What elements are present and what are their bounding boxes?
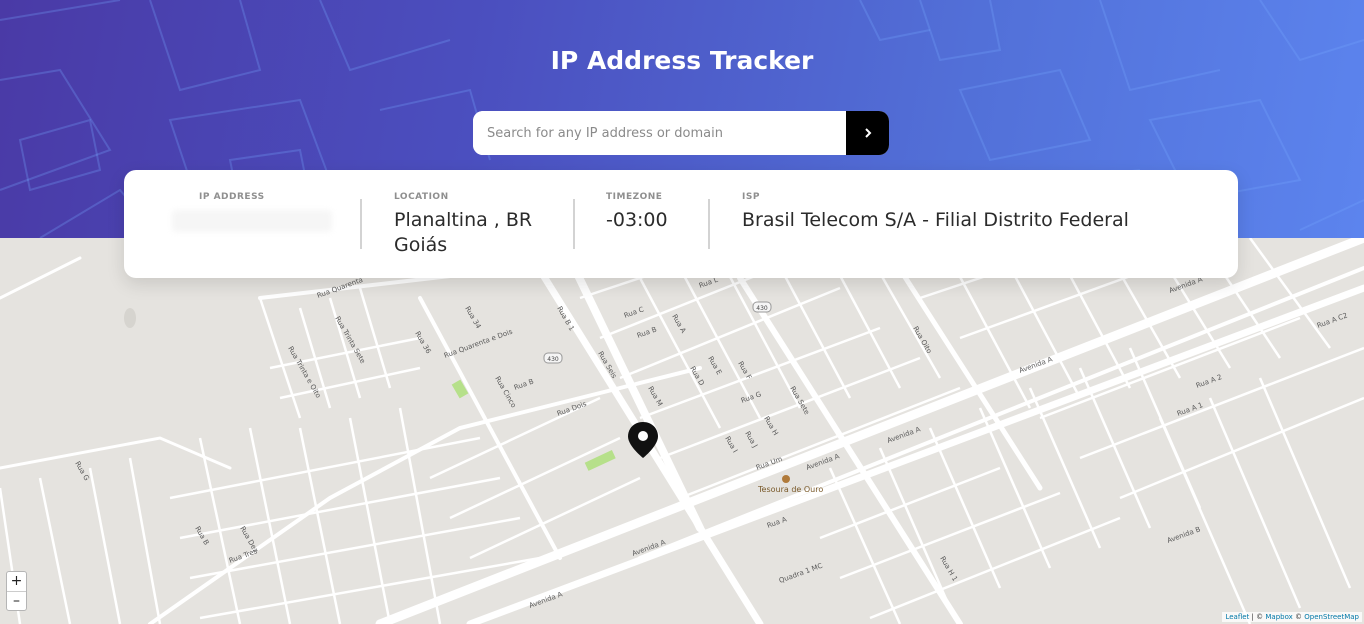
map-container[interactable]: 430 430 Rua Quarenta Rua Trinta e Oito R… bbox=[0, 238, 1364, 624]
location-value-line2: Goiás bbox=[394, 234, 448, 256]
attribution-separator: | © bbox=[1249, 613, 1266, 621]
chevron-right-icon bbox=[864, 128, 871, 138]
location-block: LOCATION Planaltina , BR Goiás bbox=[394, 192, 532, 258]
search-bar bbox=[473, 111, 889, 155]
poi-label: Tesoura de Ouro bbox=[757, 485, 823, 494]
ip-address-redacted bbox=[172, 210, 332, 232]
openstreetmap-link[interactable]: OpenStreetMap bbox=[1304, 613, 1359, 621]
isp-block: ISP Brasil Telecom S/A - Filial Distrito… bbox=[742, 192, 1129, 233]
timezone-block: TIMEZONE -03:00 bbox=[606, 192, 668, 233]
page-title: IP Address Tracker bbox=[550, 46, 814, 75]
leaflet-link[interactable]: Leaflet bbox=[1225, 613, 1249, 621]
timezone-value: -03:00 bbox=[606, 209, 668, 231]
location-value-line1: Planaltina , BR bbox=[394, 209, 533, 231]
location-pin-icon bbox=[628, 422, 658, 458]
map-attribution: Leaflet | © Mapbox © OpenStreetMap bbox=[1222, 612, 1362, 622]
location-pin-marker[interactable] bbox=[627, 421, 659, 463]
zoom-out-button[interactable]: – bbox=[7, 591, 26, 610]
zoom-control: + – bbox=[6, 571, 27, 611]
ip-info-card: IP ADDRESS LOCATION Planaltina , BR Goiá… bbox=[124, 170, 1238, 278]
search-input[interactable] bbox=[473, 111, 846, 155]
poi-icon bbox=[782, 475, 790, 483]
divider bbox=[360, 199, 362, 249]
location-label: LOCATION bbox=[394, 192, 449, 202]
road-shield-label: 430 bbox=[756, 305, 768, 312]
attribution-separator: © bbox=[1292, 613, 1305, 621]
isp-value: Brasil Telecom S/A - Filial Distrito Fed… bbox=[742, 209, 1129, 231]
ip-address-block: IP ADDRESS bbox=[199, 192, 265, 208]
mapbox-link[interactable]: Mapbox bbox=[1265, 613, 1292, 621]
divider bbox=[573, 199, 575, 249]
road-shield-label: 430 bbox=[547, 356, 559, 363]
timezone-label: TIMEZONE bbox=[606, 192, 663, 202]
ip-address-label: IP ADDRESS bbox=[199, 192, 265, 202]
divider bbox=[708, 199, 710, 249]
map-tiles[interactable]: 430 430 Rua Quarenta Rua Trinta e Oito R… bbox=[0, 238, 1364, 624]
search-submit-button[interactable] bbox=[846, 111, 889, 155]
zoom-in-button[interactable]: + bbox=[7, 572, 26, 591]
isp-label: ISP bbox=[742, 192, 760, 202]
